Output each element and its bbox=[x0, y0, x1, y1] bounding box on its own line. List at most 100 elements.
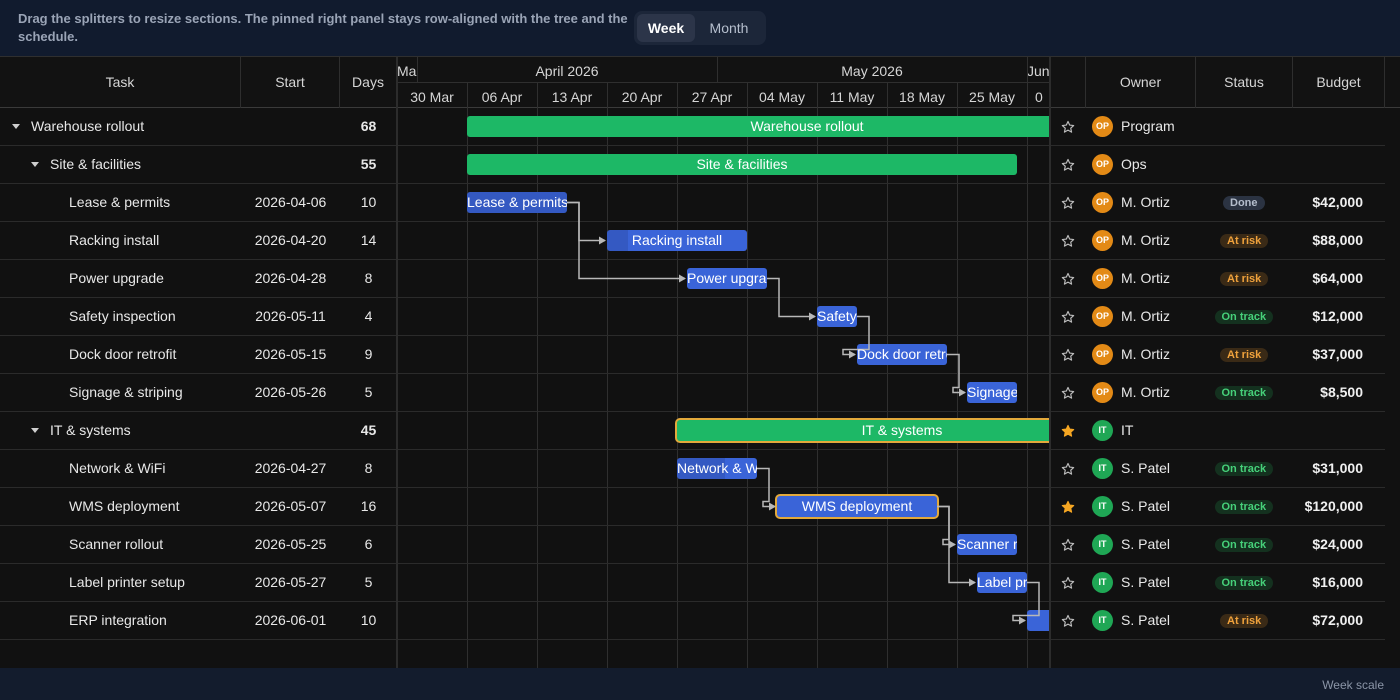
tree-row-label-printer-setup[interactable]: Label printer setup 2026-05-27 5 bbox=[0, 564, 397, 602]
column-header-start[interactable]: Start bbox=[241, 57, 340, 108]
gantt-bar-it-and-systems[interactable]: IT & systems bbox=[677, 420, 1050, 441]
dependency-link[interactable] bbox=[757, 467, 775, 508]
tree-row-erp-integration[interactable]: ERP integration 2026-06-01 10 bbox=[0, 602, 397, 640]
status-badge: At risk bbox=[1220, 234, 1269, 248]
star-filled-icon[interactable] bbox=[1061, 424, 1075, 438]
week-label: 11 May bbox=[829, 89, 875, 105]
star-outline-icon[interactable] bbox=[1061, 310, 1075, 324]
gantt-bar-scanner-rollout[interactable]: Scanner rollout bbox=[957, 534, 1017, 555]
star-outline-icon[interactable] bbox=[1061, 538, 1075, 552]
task-tree-section: Task Start Days Warehouse rollout 68 Site … bbox=[0, 57, 397, 668]
star-outline-icon[interactable] bbox=[1061, 386, 1075, 400]
task-start-date: 2026-04-20 bbox=[254, 232, 327, 248]
task-start-date: 2026-04-27 bbox=[254, 460, 327, 476]
gantt-bar-power-upgrade[interactable]: Power upgrade bbox=[687, 268, 767, 289]
star-outline-icon[interactable] bbox=[1061, 462, 1075, 476]
gantt-bar-warehouse-rollout[interactable]: Warehouse rollout bbox=[467, 116, 1050, 137]
splitter-right[interactable] bbox=[1049, 57, 1051, 668]
task-days: 9 bbox=[364, 346, 373, 362]
column-header-status[interactable]: Status bbox=[1196, 57, 1293, 108]
bar-label: WMS deployment bbox=[801, 498, 913, 514]
star-filled-icon[interactable] bbox=[1061, 500, 1075, 514]
star-outline-icon[interactable] bbox=[1061, 196, 1075, 210]
gantt-bar-lease-and-permits[interactable]: Lease & permits bbox=[467, 192, 567, 213]
month-view-button[interactable]: Month bbox=[695, 14, 763, 42]
task-days: 55 bbox=[360, 156, 377, 172]
week-label: 04 May bbox=[759, 89, 805, 105]
schedule-grid: Warehouse rollout Site & facilities Lease … bbox=[397, 108, 1050, 668]
expand-toggle-icon[interactable] bbox=[31, 428, 39, 433]
gantt-bar-network-and-wifi[interactable]: Network & WiFi bbox=[677, 458, 757, 479]
week-label: 30 Mar bbox=[410, 89, 454, 105]
week-divider bbox=[887, 82, 888, 108]
tree-row-safety-inspection[interactable]: Safety inspection 2026-05-11 4 bbox=[0, 298, 397, 336]
task-start-date: 2026-05-26 bbox=[254, 384, 327, 400]
star-outline-icon[interactable] bbox=[1061, 158, 1075, 172]
owner-avatar: OP bbox=[1092, 192, 1113, 213]
dependency-link[interactable] bbox=[567, 201, 605, 242]
tree-row-signage-and-striping[interactable]: Signage & striping 2026-05-26 5 bbox=[0, 374, 397, 412]
tree-row-site-and-facilities[interactable]: Site & facilities 55 bbox=[0, 146, 397, 184]
gantt-bar-dock-door-retrofit[interactable]: Dock door retrofit bbox=[857, 344, 947, 365]
week-label: 25 May bbox=[969, 89, 1015, 105]
right-row-dock-door-retrofit: OP M. Ortiz At risk $37,000 bbox=[1050, 336, 1385, 374]
right-row-label-printer-setup: IT S. Patel On track $16,000 bbox=[1050, 564, 1385, 602]
gantt-bar-signage-and-striping[interactable]: Signage & striping bbox=[967, 382, 1017, 403]
star-outline-icon[interactable] bbox=[1061, 120, 1075, 134]
star-outline-icon[interactable] bbox=[1061, 348, 1075, 362]
tree-row-racking-install[interactable]: Racking install 2026-04-20 14 bbox=[0, 222, 397, 260]
tree-row-it-and-systems[interactable]: IT & systems 45 bbox=[0, 412, 397, 450]
budget-value: $88,000 bbox=[1312, 232, 1363, 248]
task-days: 8 bbox=[364, 460, 373, 476]
gantt-bar-site-and-facilities[interactable]: Site & facilities bbox=[467, 154, 1017, 175]
column-header-days[interactable]: Days bbox=[340, 57, 397, 108]
tree-row-power-upgrade[interactable]: Power upgrade 2026-04-28 8 bbox=[0, 260, 397, 298]
expand-toggle-icon[interactable] bbox=[12, 124, 20, 129]
owner-avatar: IT bbox=[1092, 610, 1113, 631]
star-outline-icon[interactable] bbox=[1061, 614, 1075, 628]
right-row-power-upgrade: OP M. Ortiz At risk $64,000 bbox=[1050, 260, 1385, 298]
status-badge: At risk bbox=[1220, 272, 1269, 286]
star-outline-icon[interactable] bbox=[1061, 576, 1075, 590]
task-days: 5 bbox=[364, 574, 373, 590]
owner-avatar: IT bbox=[1092, 420, 1113, 441]
task-name: Dock door retrofit bbox=[69, 346, 177, 362]
tree-row-lease-and-permits[interactable]: Lease & permits 2026-04-06 10 bbox=[0, 184, 397, 222]
week-view-button[interactable]: Week bbox=[637, 14, 695, 42]
gantt-bar-safety-inspection[interactable]: Safety inspection bbox=[817, 306, 857, 327]
task-start-date: 2026-05-15 bbox=[254, 346, 327, 362]
column-header-task[interactable]: Task bbox=[0, 57, 241, 108]
budget-value: $31,000 bbox=[1312, 460, 1363, 476]
task-start-date: 2026-04-28 bbox=[254, 270, 327, 286]
tree-row-scanner-rollout[interactable]: Scanner rollout 2026-05-25 6 bbox=[0, 526, 397, 564]
tree-row-warehouse-rollout[interactable]: Warehouse rollout 68 bbox=[0, 108, 397, 146]
budget-value: $16,000 bbox=[1312, 574, 1363, 590]
splitter-left[interactable] bbox=[396, 57, 398, 668]
time-axis: Ma April 2026 May 2026 Jun 30 Mar 06 Apr 13 Ap… bbox=[397, 57, 1050, 108]
star-outline-icon[interactable] bbox=[1061, 272, 1075, 286]
task-name: IT & systems bbox=[50, 422, 131, 438]
tree-row-dock-door-retrofit[interactable]: Dock door retrofit 2026-05-15 9 bbox=[0, 336, 397, 374]
gantt-bar-wms-deployment[interactable]: WMS deployment bbox=[777, 496, 937, 517]
expand-toggle-icon[interactable] bbox=[31, 162, 39, 167]
dependency-link[interactable] bbox=[767, 277, 815, 318]
star-outline-icon[interactable] bbox=[1061, 234, 1075, 248]
tree-row-wms-deployment[interactable]: WMS deployment 2026-05-07 16 bbox=[0, 488, 397, 526]
task-name: Network & WiFi bbox=[69, 460, 166, 476]
dependency-link[interactable] bbox=[937, 505, 955, 546]
budget-value: $37,000 bbox=[1312, 346, 1363, 362]
right-row-site-and-facilities: OP Ops bbox=[1050, 146, 1385, 184]
task-name: ERP integration bbox=[69, 612, 167, 628]
gantt-bar-racking-install[interactable]: Racking install bbox=[607, 230, 747, 251]
dependency-link[interactable] bbox=[947, 353, 965, 394]
task-name: Label printer setup bbox=[69, 574, 185, 590]
column-header-owner[interactable]: Owner bbox=[1086, 57, 1196, 108]
right-row-it-and-systems: IT IT bbox=[1050, 412, 1385, 450]
owner-avatar: OP bbox=[1092, 382, 1113, 403]
column-header-budget[interactable]: Budget bbox=[1293, 57, 1385, 108]
tree-row-network-and-wifi[interactable]: Network & WiFi 2026-04-27 8 bbox=[0, 450, 397, 488]
status-badge: On track bbox=[1214, 500, 1274, 514]
task-start-date: 2026-04-06 bbox=[254, 194, 327, 210]
status-badge: On track bbox=[1214, 576, 1274, 590]
gantt-bar-label-printer-setup[interactable]: Label printer setup bbox=[977, 572, 1027, 593]
